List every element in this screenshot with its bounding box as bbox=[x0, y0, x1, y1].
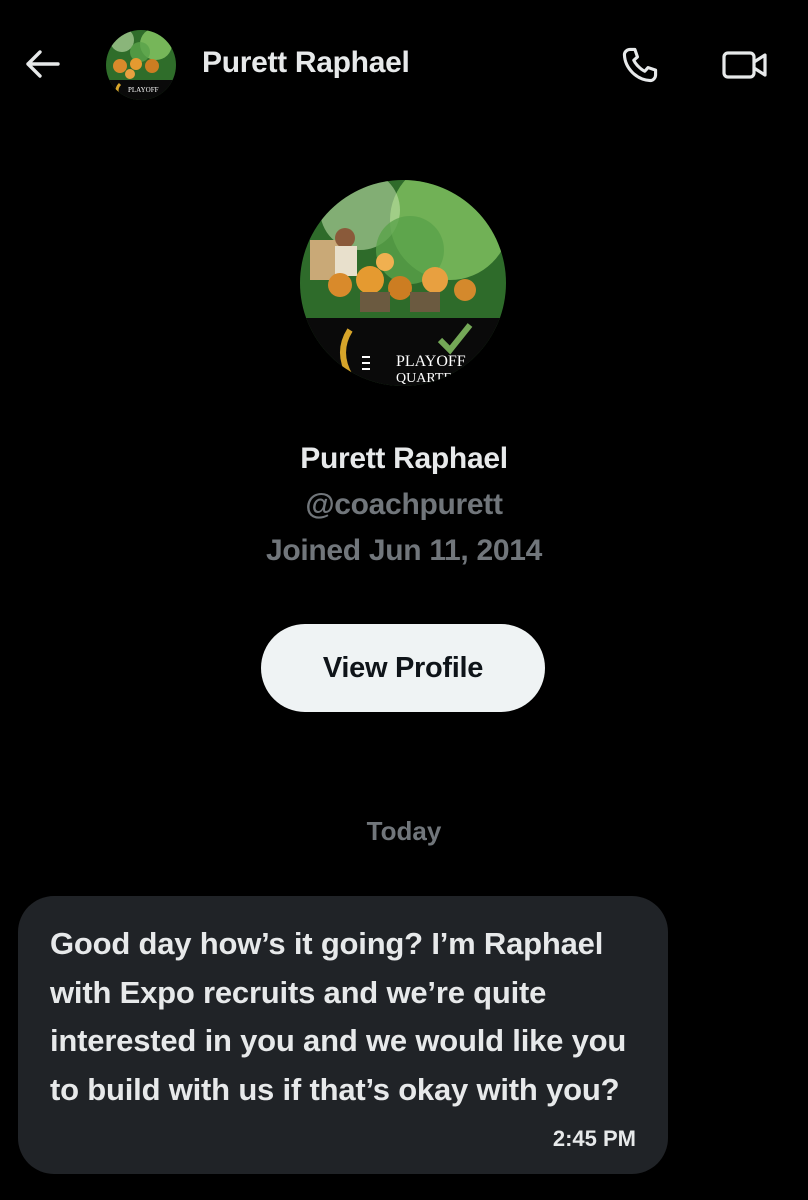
profile-handle: @coachpurett bbox=[305, 488, 503, 521]
svg-text:QUARTE: QUARTE bbox=[396, 371, 452, 386]
view-profile-button[interactable]: View Profile bbox=[261, 624, 545, 712]
message-timestamp: 2:45 PM bbox=[552, 1126, 636, 1151]
svg-text:PLAYOFF: PLAYOFF bbox=[128, 86, 159, 94]
video-call-button[interactable] bbox=[716, 40, 774, 90]
chat-header: PLAYOFF Purett Raphael bbox=[0, 0, 808, 132]
phone-icon bbox=[622, 47, 658, 83]
svg-text:PLAYOFF: PLAYOFF bbox=[396, 353, 466, 370]
profile-joined-date: Joined Jun 11, 2014 bbox=[265, 534, 543, 567]
profile-name: Purett Raphael bbox=[300, 442, 508, 475]
arrow-left-icon bbox=[26, 50, 60, 78]
date-divider: Today bbox=[366, 816, 442, 846]
message-text: Good day how’s it going? I’m Raphael wit… bbox=[50, 926, 627, 1107]
contact-name[interactable]: Purett Raphael bbox=[202, 46, 410, 80]
message-bubble[interactable]: Good day how’s it going? I’m Raphael wit… bbox=[18, 896, 668, 1174]
profile-avatar[interactable]: PLAYOFF QUARTE bbox=[300, 180, 506, 386]
back-button[interactable] bbox=[20, 42, 64, 86]
video-camera-icon bbox=[722, 51, 767, 79]
contact-avatar[interactable]: PLAYOFF bbox=[106, 30, 176, 100]
call-button[interactable] bbox=[614, 40, 666, 90]
